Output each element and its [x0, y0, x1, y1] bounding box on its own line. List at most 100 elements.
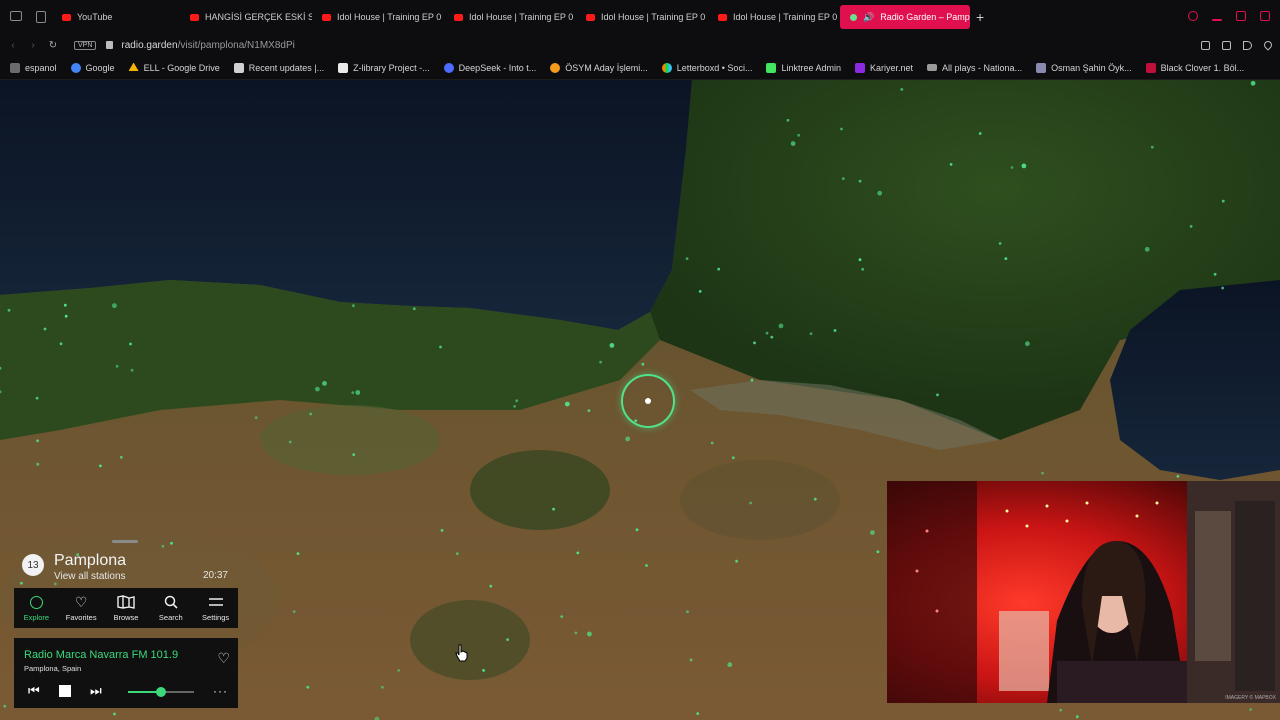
workspaces-icon[interactable]	[10, 11, 22, 21]
bookmark-recent-updates[interactable]: Recent updates |...	[233, 62, 324, 73]
station-dot[interactable]	[119, 455, 123, 459]
tab-hangisi[interactable]: HANGİSİ GERÇEK ESKİ SE	[180, 5, 312, 29]
station-dot[interactable]	[564, 401, 570, 407]
new-tab-button[interactable]: +	[976, 9, 984, 25]
station-dot[interactable]	[1144, 246, 1150, 252]
station-dot[interactable]	[1221, 286, 1224, 290]
station-dot[interactable]	[309, 412, 313, 416]
station-dot[interactable]	[949, 163, 953, 166]
station-dot[interactable]	[296, 552, 300, 555]
station-dot[interactable]	[1059, 708, 1063, 712]
station-dot[interactable]	[63, 303, 67, 307]
station-dot[interactable]	[696, 712, 700, 715]
station-dot[interactable]	[322, 381, 327, 386]
station-dot[interactable]	[1075, 715, 1079, 719]
station-dot[interactable]	[717, 267, 721, 271]
station-dot[interactable]	[64, 314, 68, 318]
tab-idol-house-2[interactable]: Idol House | Training EP 0	[444, 5, 576, 29]
reload-button[interactable]: ↻	[46, 40, 60, 51]
heart-icon[interactable]	[1262, 38, 1274, 51]
station-dot[interactable]	[1150, 145, 1154, 149]
station-dot[interactable]	[397, 669, 401, 672]
station-dot[interactable]	[560, 615, 564, 618]
station-name[interactable]: Radio Marca Navarra FM 101.9	[24, 649, 178, 661]
bookmark-zlibrary[interactable]: Z-library Project -...	[338, 62, 430, 73]
station-dot[interactable]	[489, 584, 493, 588]
station-dot[interactable]	[482, 669, 485, 672]
station-dot[interactable]	[587, 409, 591, 412]
station-dot[interactable]	[833, 329, 837, 332]
station-dot[interactable]	[1025, 341, 1030, 347]
station-dot[interactable]	[306, 685, 310, 689]
station-dot[interactable]	[99, 464, 102, 468]
station-dot[interactable]	[870, 530, 875, 535]
favorite-station-heart-icon[interactable]: ♡	[217, 650, 230, 667]
nav-search[interactable]: Search	[150, 595, 192, 622]
station-dot[interactable]	[1004, 257, 1008, 260]
station-dot[interactable]	[129, 342, 132, 346]
station-dot[interactable]	[1249, 708, 1253, 711]
send-icon[interactable]	[1243, 40, 1252, 50]
station-dot[interactable]	[515, 399, 519, 403]
station-dot[interactable]	[7, 308, 11, 312]
station-dot[interactable]	[112, 303, 117, 309]
forward-button[interactable]: ›	[26, 40, 40, 51]
station-dot[interactable]	[841, 177, 845, 180]
snapshot-icon[interactable]	[1201, 40, 1210, 50]
station-dot[interactable]	[43, 327, 47, 331]
url-field[interactable]: radio.garden/visit/pamplona/N1MX8dPi	[121, 40, 294, 51]
station-dot[interactable]	[552, 507, 555, 511]
bookmark-linktree[interactable]: Linktree Admin	[766, 62, 841, 73]
shield-icon[interactable]	[1222, 40, 1231, 50]
station-dot[interactable]	[1189, 225, 1193, 228]
station-dot[interactable]	[36, 439, 39, 443]
search-tabs-icon[interactable]	[1188, 11, 1198, 21]
station-dot[interactable]	[753, 341, 756, 345]
station-dot[interactable]	[797, 133, 801, 137]
more-options-icon[interactable]: ···	[213, 684, 228, 698]
station-dot[interactable]	[574, 631, 578, 635]
station-dot[interactable]	[1221, 199, 1225, 203]
panel-drag-handle[interactable]	[112, 540, 138, 543]
view-all-stations-link[interactable]: View all stations	[54, 571, 126, 582]
station-dot[interactable]	[1176, 474, 1180, 478]
station-dot[interactable]	[635, 528, 639, 532]
station-dot[interactable]	[625, 436, 631, 442]
tab-idol-house-4[interactable]: Idol House | Training EP 0	[708, 5, 840, 29]
nav-browse[interactable]: Browse	[105, 595, 147, 622]
station-dot[interactable]	[735, 559, 738, 563]
station-dot[interactable]	[861, 267, 865, 271]
station-dot[interactable]	[877, 190, 883, 196]
station-dot[interactable]	[770, 335, 774, 339]
bookmark-osman-sahin[interactable]: Osman Şahin Öyk...	[1036, 62, 1132, 73]
maximize-button[interactable]	[1236, 11, 1246, 21]
station-dot[interactable]	[858, 258, 862, 262]
station-dot[interactable]	[641, 362, 645, 366]
station-dot[interactable]	[1213, 272, 1217, 276]
station-dot[interactable]	[352, 304, 355, 308]
station-dot[interactable]	[813, 497, 817, 501]
station-dot[interactable]	[686, 610, 689, 614]
station-dot[interactable]	[900, 88, 904, 91]
station-dot[interactable]	[1010, 166, 1014, 169]
station-dot[interactable]	[778, 323, 784, 329]
bookmark-deepseek[interactable]: DeepSeek - Into t...	[443, 62, 536, 73]
speaker-icon[interactable]: 🔊	[863, 12, 874, 23]
bookmark-kariyer[interactable]: Kariyer.net	[855, 62, 913, 73]
station-dot[interactable]	[809, 332, 813, 336]
station-dot[interactable]	[352, 453, 356, 457]
stop-button[interactable]	[59, 685, 71, 697]
bookmark-all-plays[interactable]: All plays - Nationa...	[927, 63, 1022, 73]
tab-idol-house-3[interactable]: Idol House | Training EP 0	[576, 5, 708, 29]
station-dot[interactable]	[685, 257, 689, 260]
bookmark-osym[interactable]: ÖSYM Aday İşlemi...	[550, 62, 648, 73]
station-dot[interactable]	[351, 391, 355, 394]
station-dot[interactable]	[113, 712, 116, 716]
lock-icon[interactable]	[106, 41, 114, 49]
station-dot[interactable]	[840, 127, 843, 131]
station-dot[interactable]	[1041, 471, 1044, 475]
station-dot[interactable]	[599, 360, 602, 364]
station-dot[interactable]	[710, 441, 714, 445]
station-dot[interactable]	[439, 345, 442, 349]
bookmark-letterboxd[interactable]: Letterboxd • Soci...	[661, 62, 752, 73]
